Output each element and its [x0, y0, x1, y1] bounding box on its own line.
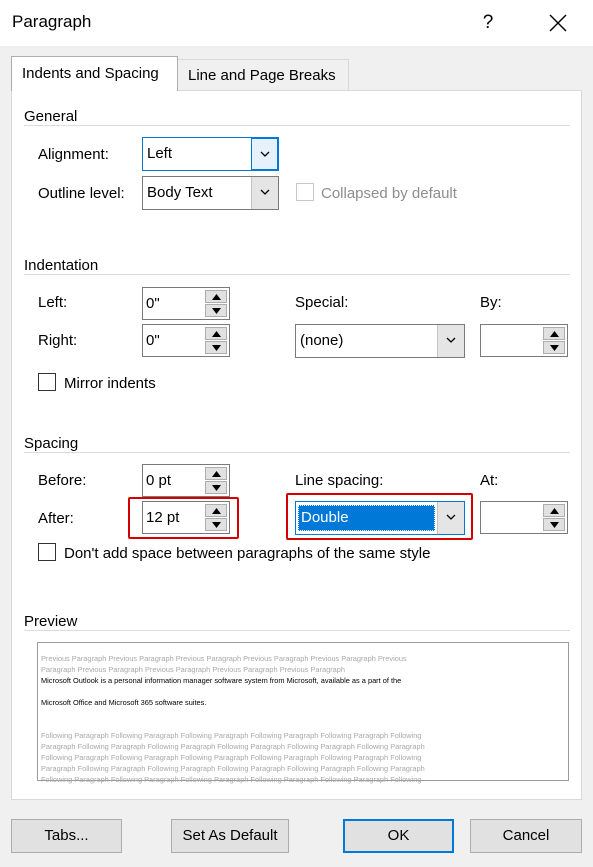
arrow-down-icon [550, 522, 559, 528]
chevron-down-icon [260, 189, 270, 195]
left-indent-down-button[interactable] [205, 304, 227, 317]
mirror-indents-checkbox[interactable] [38, 373, 56, 391]
outline-level-label: Outline level: [38, 185, 125, 202]
outline-level-value: Body Text [147, 184, 213, 201]
tabs-button[interactable]: Tabs... [11, 819, 122, 853]
line-spacing-dropdown-button[interactable] [437, 502, 464, 534]
chevron-down-icon [446, 337, 456, 343]
before-value: 0 pt [146, 472, 172, 489]
arrow-up-icon [550, 508, 559, 514]
outline-level-select[interactable]: Body Text [142, 176, 279, 210]
alignment-select[interactable]: Left [142, 137, 279, 171]
chevron-down-icon [446, 514, 456, 520]
at-down-button[interactable] [543, 518, 565, 531]
at-label: At: [480, 472, 499, 489]
tab-label: Indents and Spacing [22, 65, 159, 82]
after-up-button[interactable] [205, 504, 227, 517]
alignment-label: Alignment: [38, 146, 109, 163]
close-icon [549, 14, 567, 32]
right-indent-up-button[interactable] [205, 327, 227, 340]
before-down-button[interactable] [205, 481, 227, 494]
before-spinner[interactable]: 0 pt [142, 464, 230, 497]
dont-add-space-label: Don't add space between paragraphs of th… [64, 545, 431, 562]
before-label: Before: [38, 472, 87, 489]
special-dropdown-button[interactable] [437, 325, 464, 357]
arrow-down-icon [212, 485, 221, 491]
by-up-button[interactable] [543, 327, 565, 340]
ok-button[interactable]: OK [343, 819, 454, 853]
line-spacing-select[interactable]: Double [295, 501, 465, 535]
alignment-value: Left [147, 145, 173, 162]
arrow-up-icon [212, 331, 221, 337]
special-value: (none) [300, 332, 344, 349]
close-button[interactable] [540, 6, 576, 40]
arrow-up-icon [212, 294, 221, 300]
tab-line-and-page-breaks[interactable]: Line and Page Breaks [178, 59, 349, 90]
after-down-button[interactable] [205, 518, 227, 531]
preview-previous-line: Previous Paragraph Previous Paragraph Pr… [41, 654, 407, 663]
line-spacing-label: Line spacing: [295, 472, 384, 489]
arrow-up-icon [212, 471, 221, 477]
left-indent-up-button[interactable] [205, 290, 227, 303]
preview-previous-line: Paragraph Previous Paragraph Previous Pa… [41, 665, 346, 674]
indentation-heading: Indentation [24, 257, 105, 274]
by-spinner[interactable] [480, 324, 568, 357]
before-up-button[interactable] [205, 467, 227, 480]
arrow-down-icon [212, 308, 221, 314]
right-indent-label: Right: [38, 332, 78, 349]
special-label: Special: [295, 294, 349, 311]
preview-following-line: Following Paragraph Following Paragraph … [41, 775, 422, 784]
preview-heading: Preview [24, 613, 84, 630]
arrow-down-icon [550, 345, 559, 351]
at-spinner[interactable] [480, 501, 568, 534]
tab-indents-and-spacing[interactable]: Indents and Spacing [11, 56, 178, 91]
preview-following-line: Following Paragraph Following Paragraph … [41, 753, 422, 762]
collapsed-by-default-checkbox[interactable] [296, 183, 314, 201]
preview-sample-line: Microsoft Outlook is a personal informat… [41, 676, 402, 685]
section-divider [24, 125, 570, 126]
left-indent-value: 0" [146, 295, 160, 312]
section-divider [24, 274, 570, 275]
arrow-down-icon [212, 522, 221, 528]
right-indent-spinner[interactable]: 0" [142, 324, 230, 357]
right-indent-down-button[interactable] [205, 341, 227, 354]
line-spacing-value: Double [301, 509, 349, 526]
after-spinner[interactable]: 12 pt [142, 501, 230, 534]
special-select[interactable]: (none) [295, 324, 465, 358]
left-indent-spinner[interactable]: 0" [142, 287, 230, 320]
arrow-up-icon [212, 508, 221, 514]
mirror-indents-label: Mirror indents [64, 375, 156, 392]
arrow-down-icon [212, 345, 221, 351]
at-up-button[interactable] [543, 504, 565, 517]
spacing-heading: Spacing [24, 435, 85, 452]
after-label: After: [38, 510, 74, 527]
collapsed-by-default-label: Collapsed by default [321, 185, 457, 202]
right-indent-value: 0" [146, 332, 160, 349]
preview-following-line: Following Paragraph Following Paragraph … [41, 731, 422, 740]
arrow-up-icon [550, 331, 559, 337]
cancel-button[interactable]: Cancel [470, 819, 582, 853]
general-heading: General [24, 108, 84, 125]
help-button[interactable]: ? [470, 6, 506, 40]
by-label: By: [480, 294, 502, 311]
alignment-dropdown-button[interactable] [251, 138, 278, 170]
chevron-down-icon [260, 151, 270, 157]
preview-following-line: Paragraph Following Paragraph Following … [41, 764, 425, 773]
section-divider [24, 452, 570, 453]
dialog-title: Paragraph [12, 12, 92, 31]
dont-add-space-checkbox[interactable] [38, 543, 56, 561]
by-down-button[interactable] [543, 341, 565, 354]
preview-sample-line: Microsoft Office and Microsoft 365 softw… [41, 698, 207, 707]
outline-level-dropdown-button[interactable] [251, 177, 278, 209]
section-divider [24, 630, 570, 631]
left-indent-label: Left: [38, 294, 68, 311]
preview-following-line: Paragraph Following Paragraph Following … [41, 742, 425, 751]
after-value: 12 pt [146, 509, 180, 526]
tab-label: Line and Page Breaks [188, 67, 336, 84]
set-as-default-button[interactable]: Set As Default [171, 819, 289, 853]
